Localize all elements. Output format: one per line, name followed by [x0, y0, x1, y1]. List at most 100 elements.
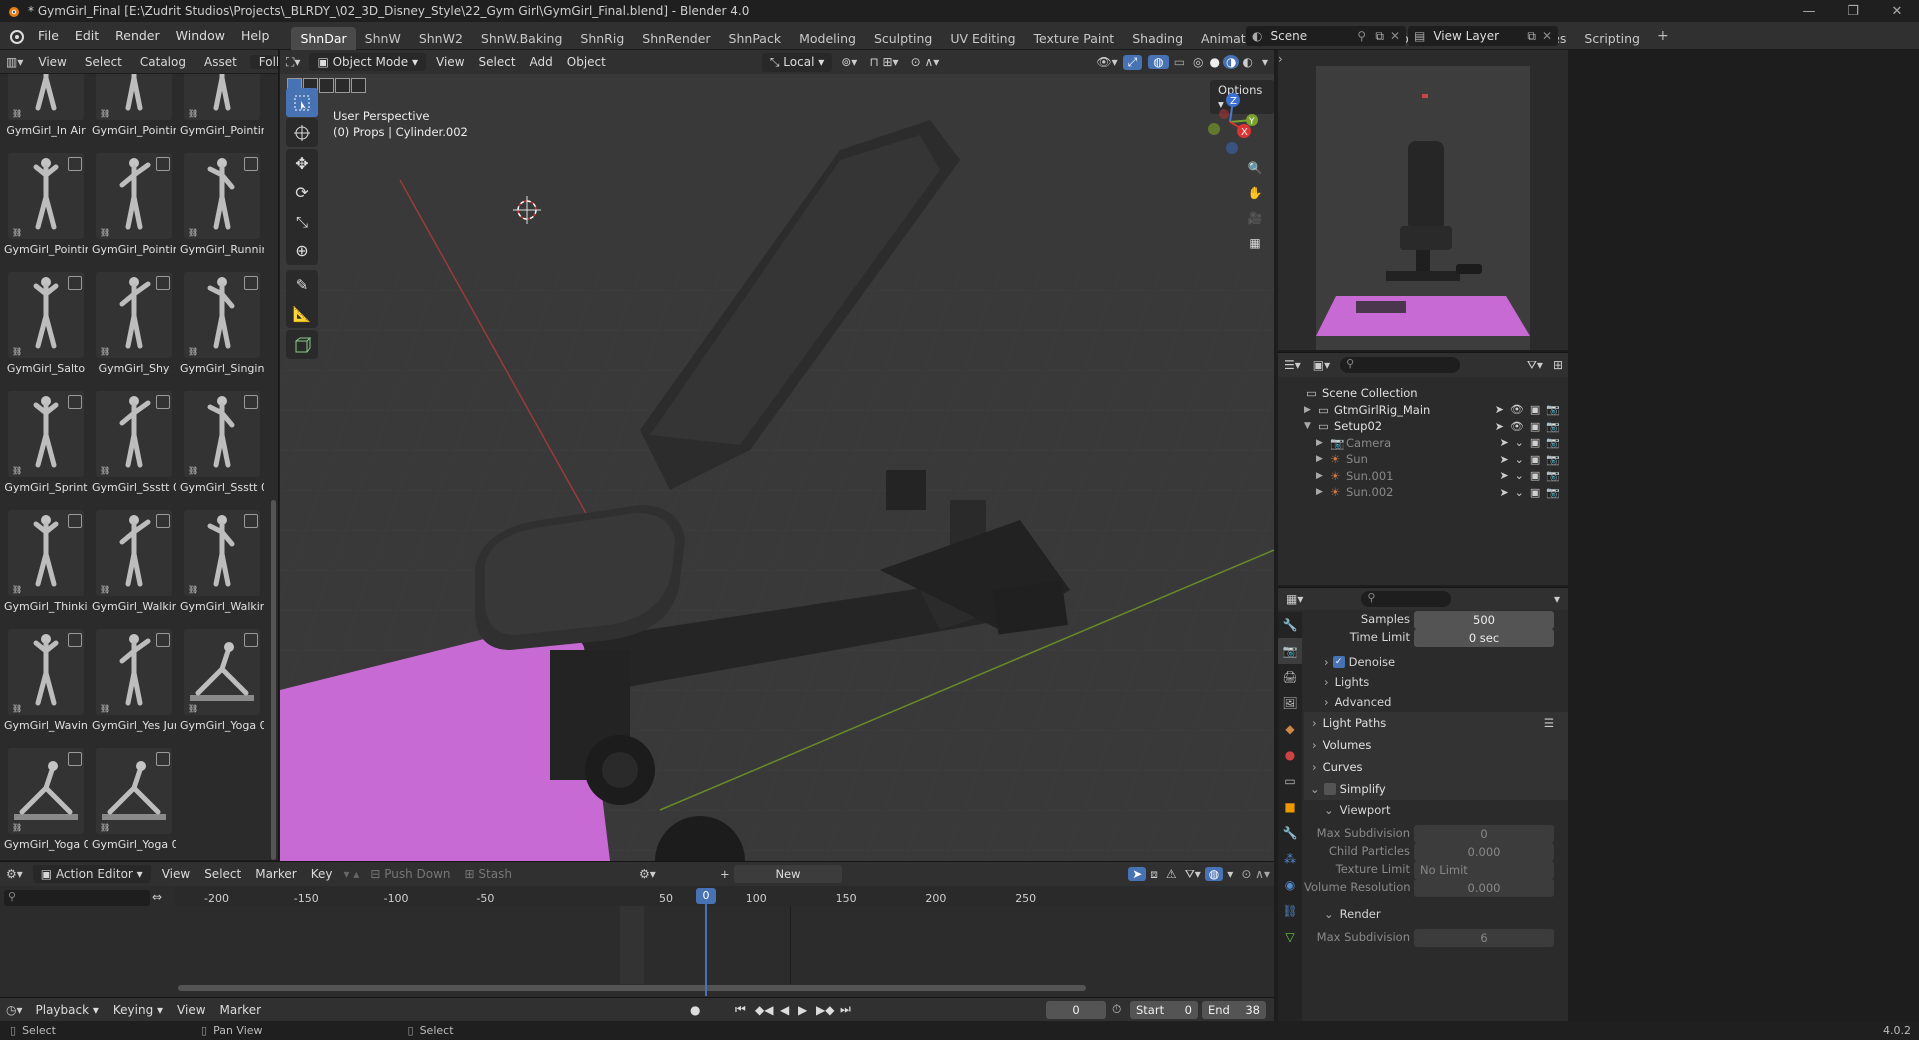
- asset-item[interactable]: ⛓ GymGirl_Sprint: [4, 387, 88, 506]
- tool-tab-icon[interactable]: 🔧: [1278, 612, 1302, 638]
- select-intersect-icon[interactable]: [351, 78, 366, 93]
- minimize-button[interactable]: —: [1787, 4, 1831, 19]
- jump-start-icon[interactable]: ⏮: [735, 1002, 746, 1017]
- workspace-tab-shnw2[interactable]: ShnW2: [410, 27, 472, 50]
- asset-edit-icon[interactable]: [156, 157, 170, 171]
- snap-icon[interactable]: ⊓ ⊞▾: [863, 55, 904, 69]
- new-action-button[interactable]: + New: [720, 865, 842, 883]
- presets-icon[interactable]: ☰: [1544, 716, 1554, 730]
- visibility-eye-icon[interactable]: 👁: [1510, 403, 1524, 416]
- xray-icon[interactable]: ▭: [1169, 55, 1190, 69]
- layer-down-icon[interactable]: ▾ ▴: [339, 867, 363, 881]
- asset-item[interactable]: ⛓ GymGirl_Pointing...: [92, 149, 176, 268]
- max-subdivision-field[interactable]: 0: [1414, 825, 1554, 843]
- asset-item[interactable]: ⛓ GymGirl_Pointing...: [180, 74, 264, 149]
- data-tab-icon[interactable]: ▽: [1278, 924, 1302, 950]
- render-camera-icon[interactable]: 📷: [1546, 403, 1560, 416]
- select-box-tool-icon[interactable]: [286, 88, 318, 117]
- menu-render[interactable]: Render: [107, 28, 168, 43]
- asset-item[interactable]: ⛓ GymGirl_Walking: [92, 506, 176, 625]
- material-shading-icon[interactable]: ◑: [1223, 55, 1240, 69]
- menu-help[interactable]: Help: [233, 28, 278, 43]
- viewport-display-icon[interactable]: ▣: [1530, 469, 1540, 482]
- delete-view-layer-icon[interactable]: ✕: [1542, 29, 1552, 43]
- asset-edit-icon[interactable]: [68, 633, 82, 647]
- action-scroll-track[interactable]: [178, 985, 1086, 991]
- selectable-icon[interactable]: ➤: [1499, 469, 1508, 482]
- blender-menu-icon[interactable]: [6, 28, 26, 44]
- scene-tab-icon[interactable]: ◆: [1278, 716, 1302, 742]
- shading-options-icon[interactable]: ▾: [1256, 55, 1274, 69]
- asset-item[interactable]: ⛓ GymGirl_Yoga 02: [4, 744, 88, 860]
- action-editor[interactable]: ⚙▾ ▣ Action Editor ▾ View Select Marker …: [0, 861, 1274, 997]
- asset-menu-asset[interactable]: Asset: [195, 55, 246, 69]
- particles-tab-icon[interactable]: ⁂: [1278, 846, 1302, 872]
- workspace-tab-shnw[interactable]: ShnW: [356, 27, 410, 50]
- delete-scene-icon[interactable]: ✕: [1390, 29, 1400, 43]
- play-reverse-icon[interactable]: ◀: [780, 1003, 789, 1017]
- only-selected-icon[interactable]: ➤: [1128, 867, 1147, 881]
- pan-hand-icon[interactable]: ✋: [1242, 180, 1268, 206]
- asset-item[interactable]: ⛓ GymGirl_Pointing...: [4, 149, 88, 268]
- start-frame-field[interactable]: Start 0: [1130, 1001, 1198, 1019]
- play-icon[interactable]: ▶: [798, 1003, 807, 1017]
- asset-edit-icon[interactable]: [244, 157, 258, 171]
- asset-edit-icon[interactable]: [68, 752, 82, 766]
- object-mode-dropdown[interactable]: ▣ Object Mode ▾: [309, 53, 427, 71]
- keying-menu[interactable]: Keying ▾: [106, 1003, 170, 1017]
- action-menu-key[interactable]: Key: [304, 867, 340, 881]
- asset-menu-select[interactable]: Select: [76, 55, 131, 69]
- viewport-display-icon[interactable]: ▣: [1530, 453, 1540, 466]
- workspace-tab-shndar[interactable]: ShnDar: [291, 26, 356, 50]
- selectable-icon[interactable]: ➤: [1499, 486, 1508, 499]
- asset-edit-icon[interactable]: [244, 514, 258, 528]
- asset-edit-icon[interactable]: [68, 276, 82, 290]
- denoise-checkbox[interactable]: ✓: [1332, 656, 1345, 668]
- action-menu-marker[interactable]: Marker: [248, 867, 303, 881]
- render-tab-icon[interactable]: 📷: [1278, 638, 1302, 664]
- workspace-tab-scripting[interactable]: Scripting: [1575, 27, 1649, 50]
- record-icon[interactable]: ●: [690, 1003, 700, 1017]
- selectable-icon[interactable]: ➤: [1499, 453, 1508, 466]
- expand-arrow-icon[interactable]: ▶: [1316, 454, 1323, 464]
- menu-file[interactable]: File: [30, 28, 67, 43]
- channel-search-field[interactable]: ⚲: [4, 890, 150, 906]
- selectable-icon[interactable]: ➤: [1495, 420, 1504, 433]
- preview-collapse-icon[interactable]: ›: [1278, 52, 1283, 66]
- cursor-tool-icon[interactable]: [286, 118, 318, 147]
- constraint-tab-icon[interactable]: ⛓: [1278, 898, 1302, 924]
- select-subtract-icon[interactable]: [319, 78, 334, 93]
- asset-edit-icon[interactable]: [68, 514, 82, 528]
- selectable-icon[interactable]: ➤: [1495, 403, 1504, 416]
- restore-button[interactable]: ❐: [1831, 4, 1875, 19]
- expand-arrow-icon[interactable]: ▶: [1304, 405, 1311, 415]
- rotate-tool-icon[interactable]: ⟳: [286, 178, 318, 207]
- workspace-tab-modeling[interactable]: Modeling: [790, 27, 865, 50]
- action-mode-dropdown[interactable]: ▣ Action Editor ▾: [32, 865, 151, 883]
- simplify-viewport-subpanel[interactable]: ⌄ Viewport: [1324, 800, 1391, 820]
- editor-type-icon[interactable]: ⚙▾: [0, 867, 29, 881]
- expand-arrow-icon[interactable]: ▶: [1316, 471, 1323, 481]
- physics-tab-icon[interactable]: ◉: [1278, 872, 1302, 898]
- stash-button[interactable]: ⊞ Stash: [458, 867, 519, 881]
- action-browse-icon[interactable]: ⚙▾: [639, 867, 656, 881]
- asset-menu-view[interactable]: View: [29, 55, 75, 69]
- solid-shading-icon[interactable]: ●: [1207, 55, 1223, 69]
- volume-resolution-field[interactable]: 0.000: [1414, 879, 1554, 897]
- display-mode-icon[interactable]: ▣▾: [1307, 358, 1336, 372]
- output-tab-icon[interactable]: 🖨: [1278, 664, 1302, 690]
- select-invert-icon[interactable]: [335, 78, 350, 93]
- zoom-icon[interactable]: 🔍: [1242, 155, 1268, 181]
- ortho-grid-icon[interactable]: ▦: [1242, 230, 1268, 256]
- action-menu-select[interactable]: Select: [197, 867, 248, 881]
- render-camera-icon[interactable]: 📷: [1546, 486, 1560, 499]
- asset-scrollbar[interactable]: [271, 500, 276, 860]
- viewport-menu-add[interactable]: Add: [523, 55, 560, 69]
- simplify-panel[interactable]: ⌄ Simplify: [1304, 778, 1568, 800]
- visibility-eye-icon[interactable]: ⌄: [1515, 469, 1524, 482]
- asset-item[interactable]: ⛓ GymGirl_Shy: [92, 268, 176, 387]
- annotate-tool-icon[interactable]: ✎: [286, 270, 318, 299]
- asset-item[interactable]: ⛓ GymGirl_In Air: [4, 74, 88, 149]
- transform-tool-icon[interactable]: ⊕: [286, 236, 318, 265]
- asset-item[interactable]: ⛓ GymGirl_Singing: [180, 268, 264, 387]
